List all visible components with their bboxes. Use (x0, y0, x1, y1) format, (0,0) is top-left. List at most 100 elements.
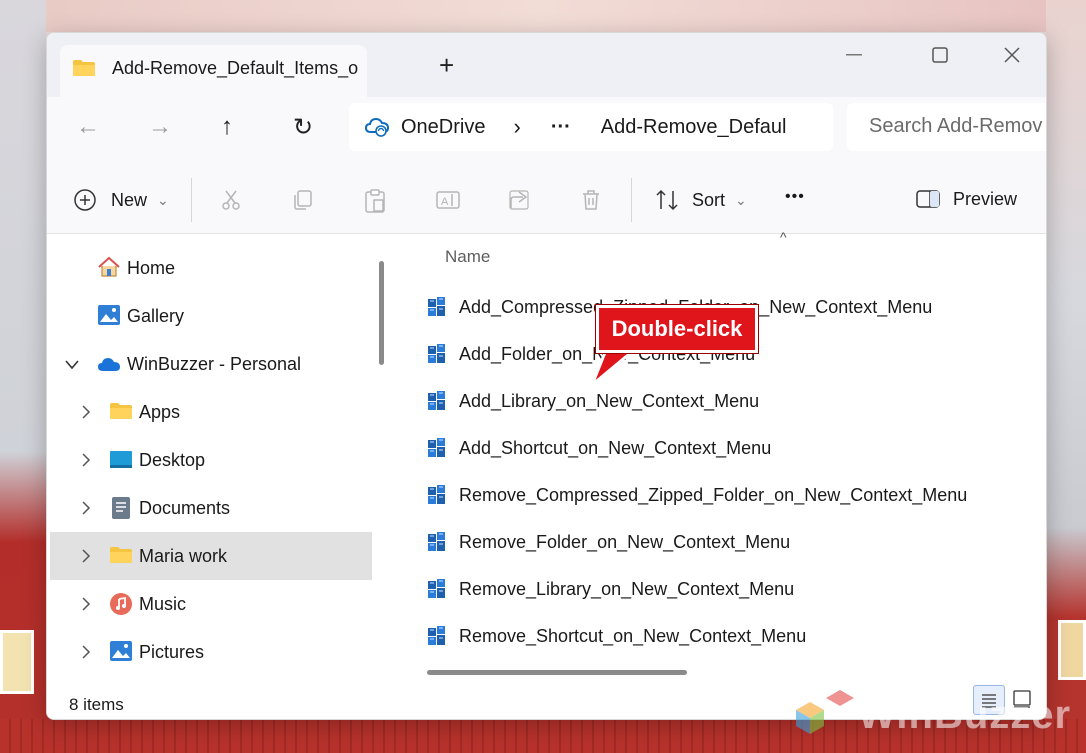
preview-pane-icon (916, 190, 940, 208)
breadcrumb-separator[interactable]: › (513, 114, 520, 140)
paste-button[interactable] (363, 188, 387, 214)
sidebar-item-pictures[interactable]: Pictures (47, 628, 369, 676)
chevron-down-icon: ⌄ (157, 191, 169, 208)
sidebar-item-home[interactable]: Home (47, 244, 369, 292)
minimize-icon (846, 54, 862, 56)
pictures-icon (110, 641, 132, 661)
navigation-pane: Home Gallery WinBuzzer - Personal Apps D… (47, 234, 380, 686)
file-explorer-window: Add-Remove_Default_Items_o × + ← → ↑ ↻ O… (46, 32, 1047, 720)
rename-button[interactable]: A (435, 188, 461, 212)
chevron-right-icon (82, 501, 91, 515)
gallery-icon (98, 305, 120, 325)
sidebar-item-gallery[interactable]: Gallery (47, 292, 369, 340)
column-header-name[interactable]: Name (445, 247, 490, 267)
registry-file-icon (428, 626, 445, 645)
new-button-label: New (111, 189, 148, 210)
sidebar-item-label: Home (127, 257, 176, 278)
breadcrumb-overflow[interactable]: ··· (551, 116, 571, 139)
clipboard-icon (365, 189, 385, 213)
folder-icon (110, 547, 132, 563)
forward-button[interactable]: → (148, 113, 172, 141)
file-row[interactable]: Remove_Shortcut_on_New_Context_Menu (427, 618, 806, 654)
file-name: Remove_Shortcut_on_New_Context_Menu (459, 625, 807, 646)
registry-file-icon (428, 438, 445, 457)
tab-current[interactable]: Add-Remove_Default_Items_o (60, 45, 367, 97)
close-button[interactable] (977, 33, 1046, 77)
sort-button-label: Sort (692, 189, 726, 210)
cut-button[interactable] (219, 188, 243, 212)
file-row[interactable]: Remove_Library_on_New_Context_Menu (427, 571, 794, 607)
toolbar-divider (191, 178, 192, 222)
house-window (0, 630, 34, 694)
registry-file-icon (428, 532, 445, 551)
file-row[interactable]: Remove_Compressed_Zipped_Folder_on_New_C… (427, 477, 967, 513)
desktop-icon (110, 451, 132, 468)
sidebar-item-label: Apps (139, 401, 181, 422)
title-bar: Add-Remove_Default_Items_o × + (47, 33, 1046, 97)
chevron-down-icon: ⌄ (735, 191, 747, 208)
share-icon (509, 190, 529, 210)
file-name: Remove_Compressed_Zipped_Folder_on_New_C… (459, 484, 968, 505)
breadcrumb-onedrive[interactable]: OneDrive (401, 116, 485, 139)
onedrive-sync-icon (365, 117, 389, 137)
sidebar-item-label: Maria work (139, 545, 228, 566)
more-options-button[interactable]: ••• (785, 188, 805, 206)
onedrive-cloud-icon (98, 358, 120, 371)
watermark-text: WinBuzzer (858, 693, 1072, 737)
sidebar-item-label: Pictures (139, 641, 205, 662)
registry-file-icon (428, 485, 445, 504)
file-name: Remove_Library_on_New_Context_Menu (459, 578, 795, 599)
document-icon (112, 497, 130, 519)
back-button[interactable]: ← (76, 113, 100, 141)
new-tab-button[interactable]: + (439, 52, 454, 78)
sidebar-item-maria-work[interactable]: Maria work (50, 532, 372, 580)
sidebar-item-music[interactable]: Music (47, 580, 369, 628)
sidebar-item-label: Desktop (139, 449, 206, 470)
sidebar-item-documents[interactable]: Documents (47, 484, 369, 532)
breadcrumb-current[interactable]: Add-Remove_Defaul (601, 116, 787, 139)
registry-file-icon (428, 579, 445, 598)
search-input[interactable]: Search Add-Remov (847, 103, 1046, 151)
file-name: Add_Shortcut_on_New_Context_Menu (459, 437, 772, 458)
file-name: Remove_Folder_on_New_Context_Menu (459, 531, 791, 552)
sidebar-item-onedrive-personal[interactable]: WinBuzzer - Personal (47, 340, 369, 388)
delete-button[interactable] (579, 188, 603, 212)
refresh-button[interactable]: ↻ (293, 113, 313, 142)
sort-icon (656, 189, 678, 211)
file-row[interactable]: Remove_Folder_on_New_Context_Menu (427, 524, 790, 560)
copy-icon (294, 190, 312, 210)
toolbar-divider (631, 178, 632, 222)
scissors-icon (222, 190, 240, 210)
sort-ascending-icon: ^ (780, 229, 787, 245)
command-bar (47, 164, 1046, 234)
maximize-button[interactable] (905, 33, 975, 77)
preview-pane-button[interactable]: Preview (915, 188, 1017, 210)
folder-icon (110, 403, 132, 419)
sort-button[interactable]: Sort ⌄ (654, 188, 747, 212)
wallpaper-top (0, 0, 1086, 32)
close-icon (1004, 47, 1020, 63)
share-button[interactable] (507, 188, 531, 212)
horizontal-scrollbar[interactable] (427, 670, 687, 675)
breadcrumb[interactable]: OneDrive › ··· Add-Remove_Defaul (349, 103, 833, 151)
sidebar-scrollbar[interactable] (379, 261, 384, 365)
sidebar-item-desktop[interactable]: Desktop (47, 436, 369, 484)
sidebar-item-apps[interactable]: Apps (47, 388, 369, 436)
up-button[interactable]: ↑ (221, 113, 233, 141)
folder-icon (73, 60, 95, 76)
chevron-down-icon (65, 360, 79, 370)
trash-icon (583, 190, 599, 210)
item-count: 8 items (69, 695, 124, 714)
file-row[interactable]: Add_Shortcut_on_New_Context_Menu (427, 430, 771, 466)
chevron-right-icon (82, 645, 91, 659)
new-button[interactable]: New ⌄ (73, 188, 169, 212)
house-window (1058, 620, 1086, 680)
minimize-button[interactable] (819, 33, 889, 77)
sidebar-item-label: Music (139, 593, 187, 614)
chevron-right-icon (82, 597, 91, 611)
music-icon (110, 593, 132, 615)
chevron-right-icon (82, 549, 91, 563)
registry-file-icon (428, 344, 445, 363)
copy-button[interactable] (291, 188, 315, 212)
chevron-right-icon (82, 453, 91, 467)
